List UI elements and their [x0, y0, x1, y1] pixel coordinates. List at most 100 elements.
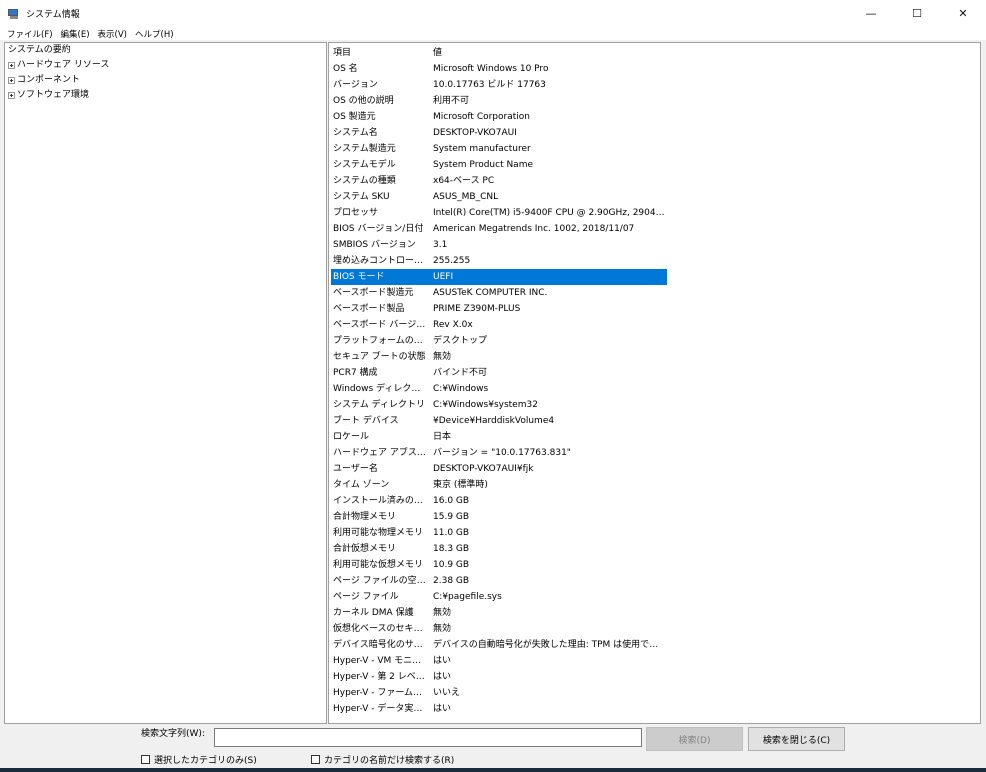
table-row[interactable]: システム名 DESKTOP-VKO7AUI	[331, 125, 667, 141]
tree-item-label: ハードウェア リソース	[17, 60, 110, 70]
row-item-name: OS 名	[333, 64, 358, 74]
table-row[interactable]: システムモデル System Product Name	[331, 157, 667, 173]
row-item-value: DESKTOP-VKO7AUI¥fjk	[433, 464, 534, 474]
table-row[interactable]: ハードウェア アブストラク... バージョン = "10.0.17763.831"	[331, 445, 667, 461]
table-row[interactable]: ベースボード バージョン Rev X.0x	[331, 317, 667, 333]
table-row[interactable]: OS 名 Microsoft Windows 10 Pro	[331, 61, 667, 77]
table-row[interactable]: ベースボード製品 PRIME Z390M-PLUS	[331, 301, 667, 317]
row-item-value: 10.0.17763 ビルド 17763	[433, 80, 546, 90]
tree-item-label: コンポーネント	[17, 75, 81, 85]
table-row[interactable]: 利用可能な物理メモリ 11.0 GB	[331, 525, 667, 541]
table-row[interactable]: 合計物理メモリ 15.9 GB	[331, 509, 667, 525]
table-row[interactable]: バージョン 10.0.17763 ビルド 17763	[331, 77, 667, 93]
row-item-name: 利用可能な仮想メモリ	[333, 560, 424, 570]
table-row[interactable]: 埋め込みコントローラー... 255.255	[331, 253, 667, 269]
title-bar[interactable]: システム情報 — ☐ ✕	[0, 0, 986, 27]
row-item-name: システムモデル	[333, 160, 396, 170]
row-item-value: ¥Device¥HarddiskVolume4	[433, 416, 555, 426]
checkbox-label: 選択したカテゴリのみ(S)	[154, 756, 257, 766]
table-row[interactable]: プロセッサ Intel(R) Core(TM) i5-9400F CPU @ 2.…	[331, 205, 667, 221]
row-item-value: 255.255	[433, 256, 471, 266]
row-item-value: バインド不可	[433, 368, 488, 378]
tree-item-components[interactable]: コンポーネント	[5, 73, 326, 88]
close-search-button[interactable]: 検索を閉じる(C)	[748, 727, 845, 751]
column-header-value[interactable]: 値	[433, 45, 665, 61]
table-row[interactable]: OS の他の説明 利用不可	[331, 93, 667, 109]
window-controls: — ☐ ✕	[848, 0, 986, 27]
table-row[interactable]: ページ ファイル C:¥pagefile.sys	[331, 589, 667, 605]
table-row[interactable]: システム ディレクトリ C:¥Windows¥system32	[331, 397, 667, 413]
tree-item-software-environment[interactable]: ソフトウェア環境	[5, 88, 326, 103]
table-row[interactable]: 合計仮想メモリ 18.3 GB	[331, 541, 667, 557]
table-row[interactable]: システム SKU ASUS_MB_CNL	[331, 189, 667, 205]
table-row[interactable]: デバイス暗号化のサポ... デバイスの自動暗号化が失敗した理由: TPM は使用で…	[331, 637, 667, 653]
table-row[interactable]: ユーザー名 DESKTOP-VKO7AUI¥fjk	[331, 461, 667, 477]
maximize-button[interactable]: ☐	[894, 0, 940, 27]
system-info-app-icon	[8, 8, 20, 19]
expand-plus-icon[interactable]	[8, 92, 15, 99]
row-item-value: デバイスの自動暗号化が失敗した理由: TPM は使用でき...	[433, 640, 665, 650]
row-item-value: ASUS_MB_CNL	[433, 192, 499, 202]
tree-item-system-summary[interactable]: システムの要約	[5, 43, 326, 58]
row-item-name: ベースボード製品	[333, 304, 405, 314]
tree-item-hardware-resources[interactable]: ハードウェア リソース	[5, 58, 326, 73]
row-item-value: 日本	[433, 432, 452, 442]
table-row[interactable]: Hyper-V - ファームウェ... いいえ	[331, 685, 667, 701]
search-input[interactable]	[214, 728, 642, 747]
row-item-name: タイム ゾーン	[333, 480, 390, 490]
table-row[interactable]: Hyper-V - VM モニタ... はい	[331, 653, 667, 669]
table-row[interactable]: SMBIOS バージョン 3.1	[331, 237, 667, 253]
table-row[interactable]: インストール済みの物... 16.0 GB	[331, 493, 667, 509]
column-header-item[interactable]: 項目	[333, 45, 429, 61]
desktop-background	[0, 768, 986, 772]
table-row[interactable]: システムの種類 x64-ベース PC	[331, 173, 667, 189]
table-row[interactable]: 利用可能な仮想メモリ 10.9 GB	[331, 557, 667, 573]
row-item-name: インストール済みの物...	[333, 496, 429, 506]
row-item-value: C:¥pagefile.sys	[433, 592, 502, 602]
table-row[interactable]: タイム ゾーン 東京 (標準時)	[331, 477, 667, 493]
table-row[interactable]: ブート デバイス ¥Device¥HarddiskVolume4	[331, 413, 667, 429]
details-list[interactable]: 項目 値 OS 名 Microsoft Windows 10 Pro バージョン 10…	[328, 42, 981, 724]
row-item-name: 合計物理メモリ	[333, 512, 397, 522]
table-row[interactable]: Hyper-V - データ実行... はい	[331, 701, 667, 717]
row-item-value: デスクトップ	[433, 336, 488, 346]
expand-plus-icon[interactable]	[8, 62, 15, 69]
row-item-name: システム製造元	[333, 144, 396, 154]
table-row[interactable]: カーネル DMA 保護 無効	[331, 605, 667, 621]
row-item-name: ユーザー名	[333, 464, 378, 474]
table-row[interactable]: セキュア ブートの状態 無効	[331, 349, 667, 365]
minimize-button[interactable]: —	[848, 0, 894, 27]
menu-file[interactable]: ファイル(F)	[0, 28, 57, 40]
row-item-name: バージョン	[333, 80, 378, 90]
row-item-value: System manufacturer	[433, 144, 531, 154]
row-item-value: 利用不可	[433, 96, 470, 106]
close-button[interactable]: ✕	[940, 0, 986, 27]
table-row[interactable]: プラットフォームの役割 デスクトップ	[331, 333, 667, 349]
search-button[interactable]: 検索(D)	[646, 727, 743, 751]
selected-category-only-checkbox[interactable]: 選択したカテゴリのみ(S)	[141, 753, 257, 766]
table-row[interactable]: システム製造元 System manufacturer	[331, 141, 667, 157]
row-item-name: Hyper-V - 第 2 レベル...	[333, 672, 429, 682]
menu-help[interactable]: ヘルプ(H)	[131, 28, 178, 40]
row-item-value: Intel(R) Core(TM) i5-9400F CPU @ 2.90GHz…	[433, 208, 665, 218]
menu-view[interactable]: 表示(V)	[94, 28, 131, 40]
table-row[interactable]: BIOS バージョン/日付 American Megatrends Inc. 10…	[331, 221, 667, 237]
table-row[interactable]: ロケール 日本	[331, 429, 667, 445]
menu-edit[interactable]: 編集(E)	[57, 28, 94, 40]
table-row[interactable]: Windows ディレクトリ C:¥Windows	[331, 381, 667, 397]
row-item-name: セキュア ブートの状態	[333, 352, 426, 362]
row-item-value: 15.9 GB	[433, 512, 470, 522]
table-row[interactable]: ページ ファイルの空き容... 2.38 GB	[331, 573, 667, 589]
table-row[interactable]: PCR7 構成 バインド不可	[331, 365, 667, 381]
table-row[interactable]: OS 製造元 Microsoft Corporation	[331, 109, 667, 125]
category-tree[interactable]: システムの要約 ハードウェア リソース コンポーネント ソフトウェア環境	[4, 42, 327, 724]
expand-plus-icon[interactable]	[8, 77, 15, 84]
table-row[interactable]: 仮想化ベースのセキュリ... 無効	[331, 621, 667, 637]
checkbox-box[interactable]	[141, 755, 150, 764]
category-names-only-checkbox[interactable]: カテゴリの名前だけ検索する(R)	[311, 753, 454, 766]
table-row[interactable]: ベースボード製造元 ASUSTeK COMPUTER INC.	[331, 285, 667, 301]
table-row[interactable]: BIOS モード UEFI	[331, 269, 667, 285]
row-item-name: Hyper-V - VM モニタ...	[333, 656, 429, 666]
checkbox-box[interactable]	[311, 755, 320, 764]
table-row[interactable]: Hyper-V - 第 2 レベル... はい	[331, 669, 667, 685]
